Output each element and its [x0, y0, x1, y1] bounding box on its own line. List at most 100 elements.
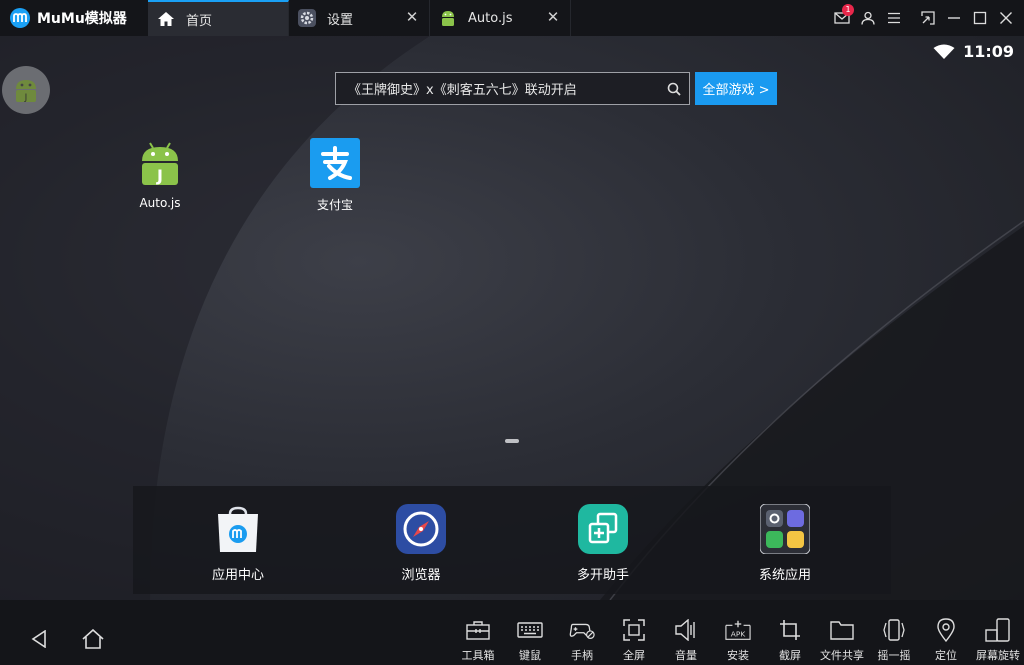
search-input[interactable]: 《王牌御史》x《刺客五六七》联动开启	[348, 79, 659, 98]
app-label: 系统应用	[758, 568, 811, 583]
user-icon	[861, 11, 875, 25]
alipay-icon	[310, 138, 360, 188]
file-share-button[interactable]: 文件共享	[816, 618, 868, 663]
search-bar[interactable]: 《王牌御史》x《刺客五六七》联动开启	[335, 72, 690, 105]
tab-autojs[interactable]: Auto.js ✕	[430, 0, 571, 36]
app-label: 应用中心	[211, 568, 264, 583]
maximize-icon	[973, 11, 987, 25]
tab-label: 首页	[186, 13, 213, 29]
app-app-center[interactable]: 应用中心	[193, 504, 283, 583]
apk-install-icon: APK	[725, 618, 751, 642]
dock: 应用中心 浏览器 多开助手 系统应用	[133, 486, 891, 594]
tool-label: 屏幕旋转	[976, 649, 1020, 662]
home-icon	[82, 629, 104, 649]
tab-home[interactable]: 首页	[148, 0, 289, 36]
svg-text:J: J	[24, 93, 28, 103]
android-autojs-icon: J	[135, 138, 185, 188]
back-button[interactable]	[27, 627, 51, 651]
screenshot-button[interactable]: 截屏	[764, 618, 816, 663]
tool-label: 截屏	[779, 649, 801, 662]
svg-text:APK: APK	[731, 630, 747, 639]
app-browser[interactable]: 浏览器	[376, 504, 466, 583]
mail-button[interactable]: 1	[830, 4, 854, 30]
app-system-apps[interactable]: 系统应用	[740, 504, 830, 583]
wifi-icon	[933, 44, 955, 59]
tool-label: 定位	[935, 649, 957, 662]
rotate-screen-button[interactable]: 屏幕旋转	[972, 618, 1024, 663]
tool-label: 音量	[675, 649, 697, 662]
mumu-logo-icon	[10, 8, 30, 28]
app-label: 浏览器	[401, 568, 441, 583]
app-label: 支付宝	[316, 198, 353, 212]
toolbox-button[interactable]: 工具箱	[452, 618, 504, 663]
tool-label: 键鼠	[519, 649, 541, 662]
page-indicator	[505, 439, 519, 443]
tool-label: 全屏	[623, 649, 645, 662]
app-multi-instance[interactable]: 多开助手	[558, 504, 648, 583]
folder-icon	[829, 618, 855, 642]
tab-label: 设置	[327, 12, 354, 28]
search-icon[interactable]	[659, 74, 689, 104]
minimize-button[interactable]	[942, 6, 966, 30]
minimize-icon	[948, 17, 960, 19]
rotate-screen-icon	[985, 618, 1011, 642]
close-window-button[interactable]	[994, 6, 1018, 30]
back-icon	[31, 630, 46, 648]
system-apps-folder-icon	[760, 504, 810, 554]
tool-label: 手柄	[571, 649, 593, 662]
volume-button[interactable]: 音量	[660, 618, 712, 663]
menu-icon	[888, 12, 900, 24]
compass-browser-icon	[396, 504, 446, 554]
shrink-button[interactable]	[916, 6, 940, 30]
app-center-icon	[213, 504, 263, 554]
tab-settings[interactable]: 设置 ✕	[289, 0, 430, 36]
android-icon	[438, 8, 458, 28]
fullscreen-icon	[621, 618, 647, 642]
fullscreen-button[interactable]: 全屏	[608, 618, 660, 663]
tool-label: 安装	[727, 649, 749, 662]
app-label: 多开助手	[576, 568, 629, 583]
window-controls: 1	[828, 0, 1024, 36]
close-icon	[1000, 12, 1012, 24]
brand: MuMu模拟器	[0, 0, 148, 36]
shake-button[interactable]: 摇一摇	[868, 618, 920, 663]
multi-instance-icon	[578, 504, 628, 554]
shrink-icon	[921, 11, 935, 25]
title-bar: MuMu模拟器 首页 设置 ✕ Auto.js ✕ 1	[0, 0, 1024, 36]
home-icon	[156, 9, 176, 29]
close-icon[interactable]: ✕	[546, 10, 560, 25]
install-apk-button[interactable]: APK 安装	[712, 618, 764, 663]
gamepad-button[interactable]: 手柄	[556, 618, 608, 663]
svg-text:J: J	[156, 166, 163, 185]
notification-badge: 1	[842, 4, 854, 16]
menu-button[interactable]	[882, 6, 906, 30]
user-button[interactable]	[856, 6, 880, 30]
app-alipay[interactable]: 支付宝	[290, 138, 380, 213]
volume-icon	[673, 618, 699, 642]
location-pin-icon	[933, 618, 959, 642]
app-autojs[interactable]: J Auto.js	[115, 138, 205, 210]
location-button[interactable]: 定位	[920, 618, 972, 663]
keyboard-mouse-button[interactable]: 键鼠	[504, 618, 556, 663]
toolbox-icon	[465, 618, 491, 642]
clock: 11:09	[963, 42, 1014, 61]
all-games-button[interactable]: 全部游戏 >	[695, 72, 777, 105]
keyboard-icon	[517, 618, 543, 642]
tool-label: 摇一摇	[877, 649, 911, 662]
home-button[interactable]	[81, 627, 105, 651]
tool-label: 工具箱	[461, 649, 495, 662]
app-label: Auto.js	[139, 196, 181, 210]
gear-icon	[297, 8, 317, 28]
floating-autojs-button[interactable]: J	[2, 66, 50, 114]
tool-label: 文件共享	[820, 649, 864, 662]
android-icon: J	[16, 80, 36, 103]
android-home-screen: 11:09 J 《王牌御史》x《刺客五六七》联动开启 全部游戏 > J Auto…	[0, 36, 1024, 600]
maximize-button[interactable]	[968, 6, 992, 30]
app-name: MuMu模拟器	[37, 11, 127, 27]
crop-screenshot-icon	[777, 618, 803, 642]
status-bar: 11:09	[933, 42, 1014, 61]
close-icon[interactable]: ✕	[405, 10, 419, 25]
gamepad-icon	[569, 618, 595, 642]
tab-label: Auto.js	[468, 10, 513, 26]
shake-icon	[881, 618, 907, 642]
